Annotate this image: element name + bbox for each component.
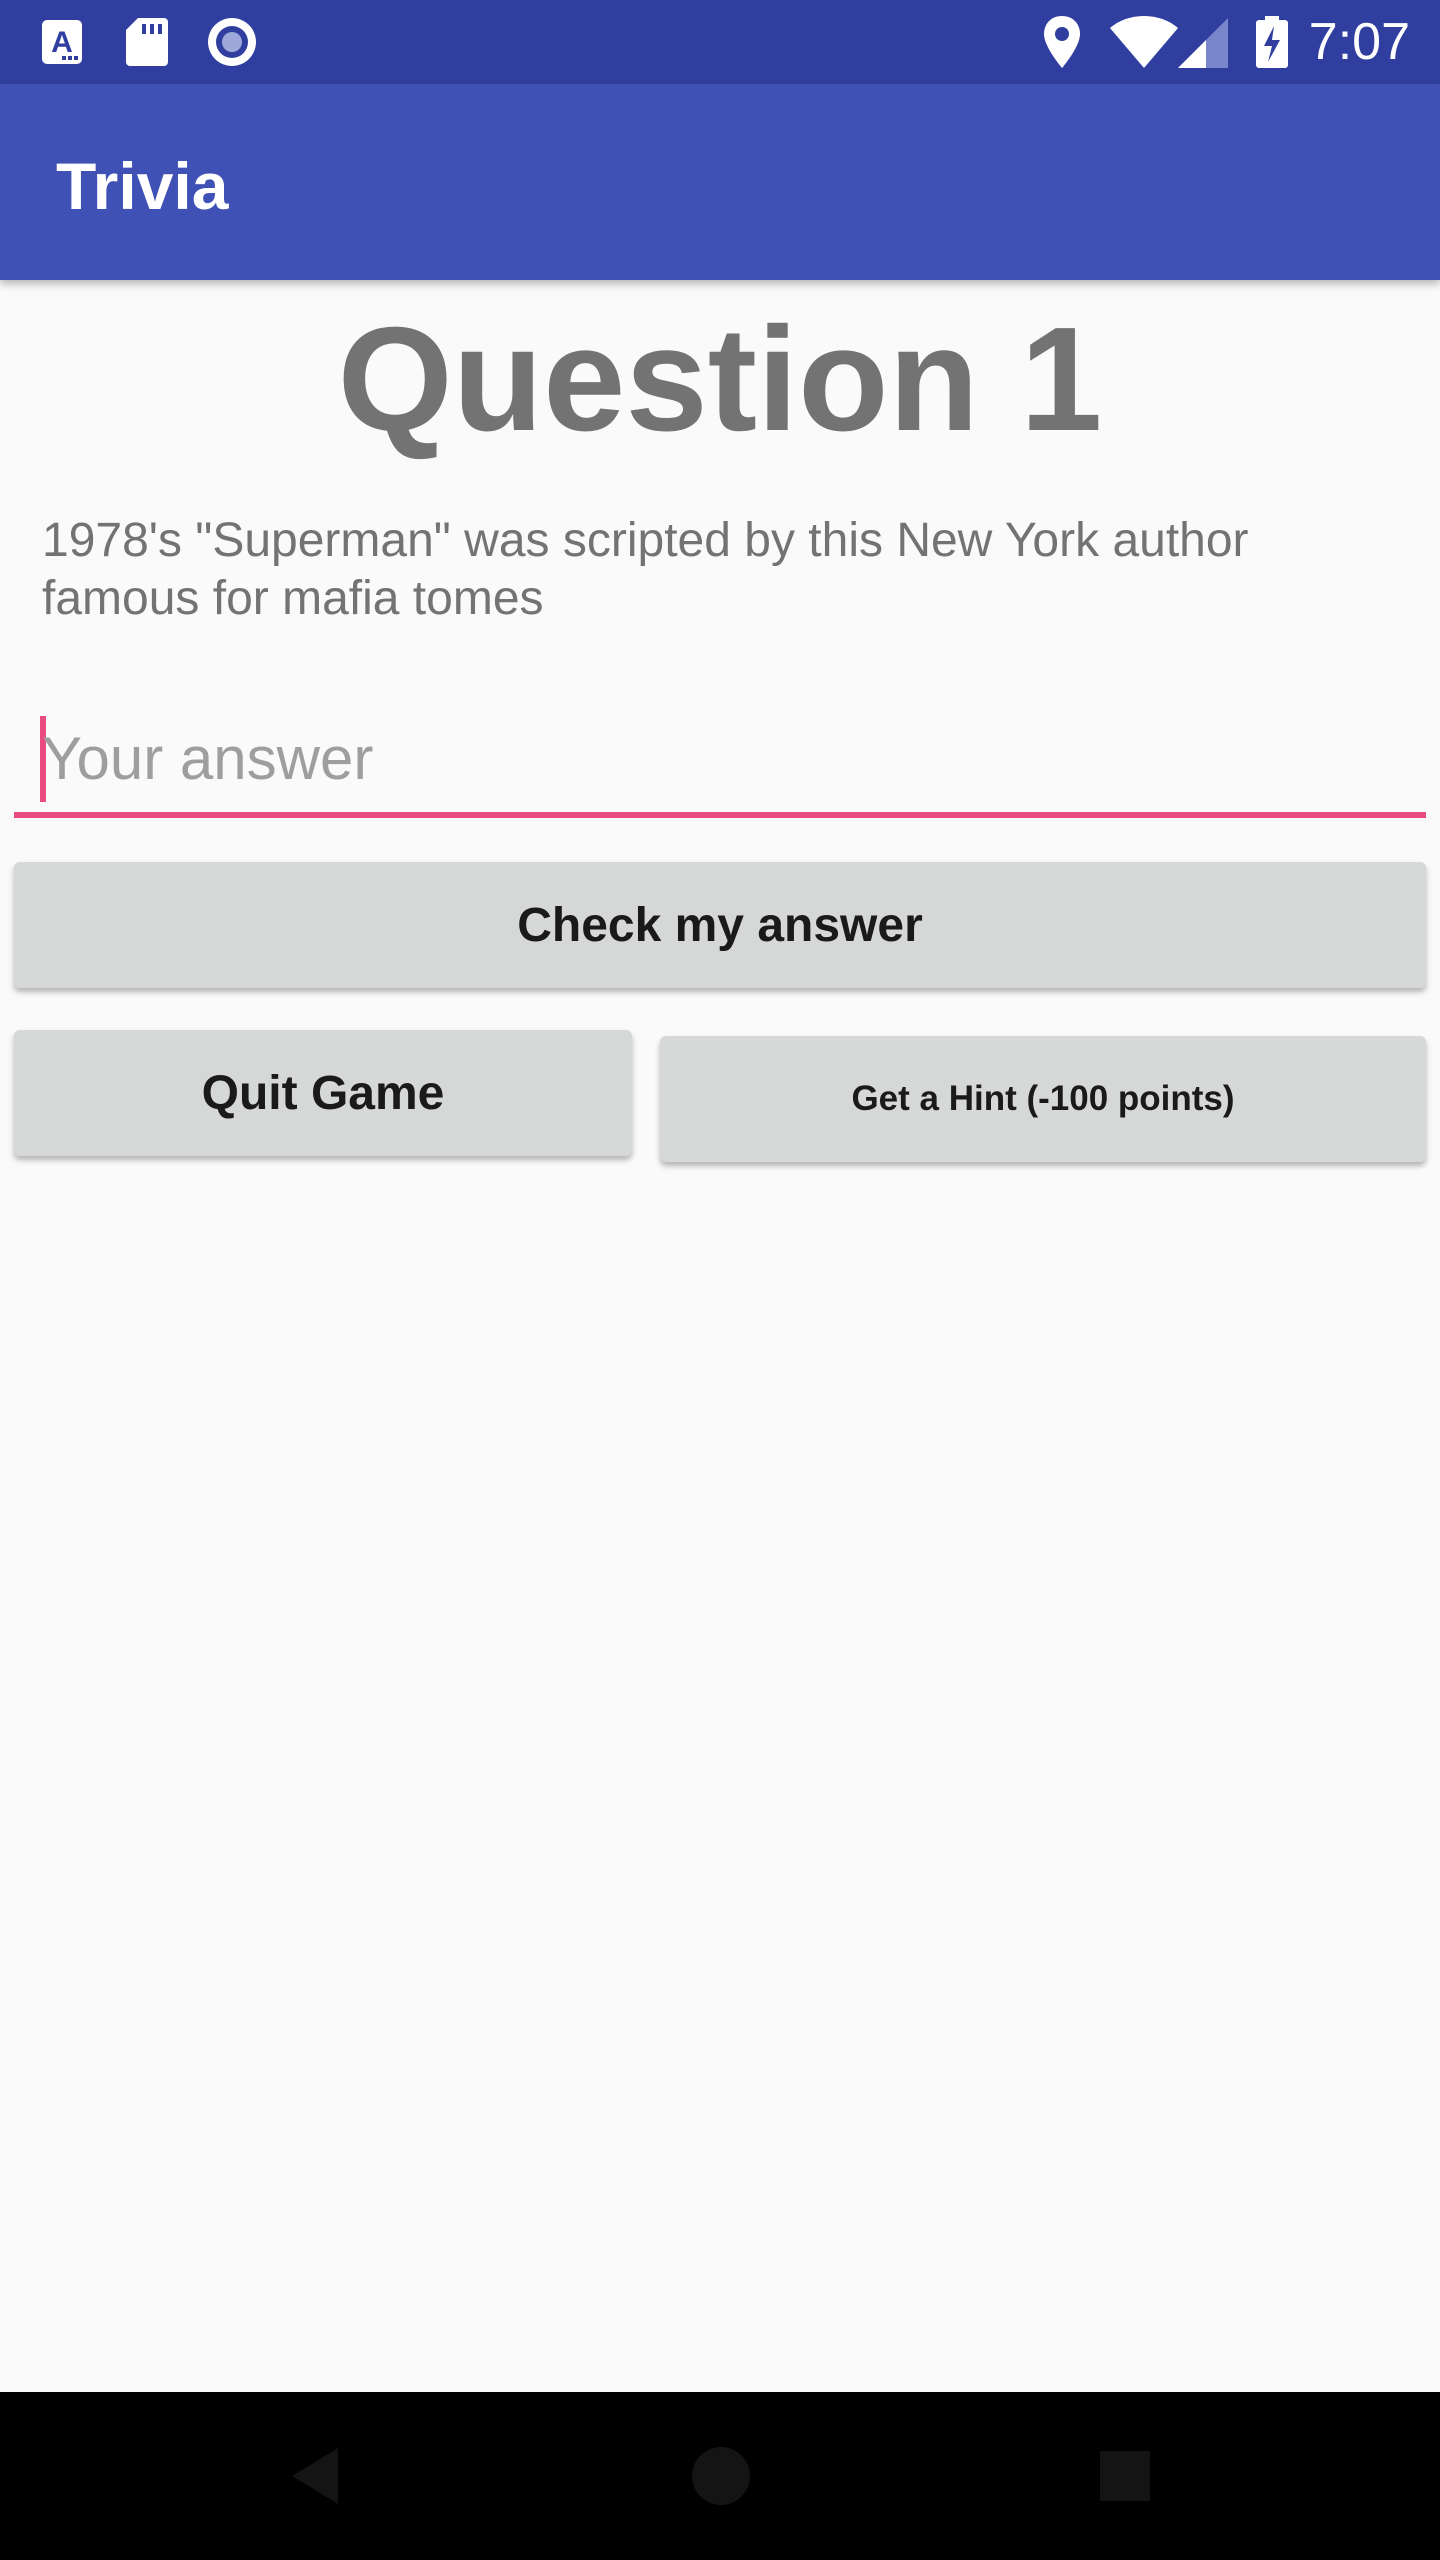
home-icon[interactable] <box>676 2392 766 2560</box>
radio-circle-icon <box>208 18 256 66</box>
status-bar: A 7:07 <box>0 0 1440 84</box>
wifi-icon <box>1110 16 1178 68</box>
answer-field[interactable] <box>14 710 1426 818</box>
get-hint-button[interactable]: Get a Hint (-100 points) <box>660 1036 1426 1162</box>
app-bar: Trivia <box>0 84 1440 280</box>
quit-game-button[interactable]: Quit Game <box>14 1030 632 1156</box>
recents-icon[interactable] <box>1080 2392 1170 2560</box>
text-a-icon: A <box>42 20 82 64</box>
answer-input[interactable] <box>42 710 1412 806</box>
cell-signal-icon <box>1178 18 1228 68</box>
navigation-bar <box>0 2392 1440 2560</box>
battery-charging-icon <box>1256 16 1288 68</box>
sd-card-icon <box>126 18 168 66</box>
app-title: Trivia <box>56 149 229 223</box>
check-answer-button[interactable]: Check my answer <box>14 862 1426 988</box>
status-time: 7:07 <box>1308 13 1410 71</box>
location-pin-icon <box>1044 16 1080 68</box>
svg-text:A: A <box>51 26 73 59</box>
back-icon[interactable] <box>270 2392 360 2560</box>
question-text: 1978's "Superman" was scripted by this N… <box>42 514 1249 625</box>
question-heading: Question 1 <box>337 297 1103 462</box>
